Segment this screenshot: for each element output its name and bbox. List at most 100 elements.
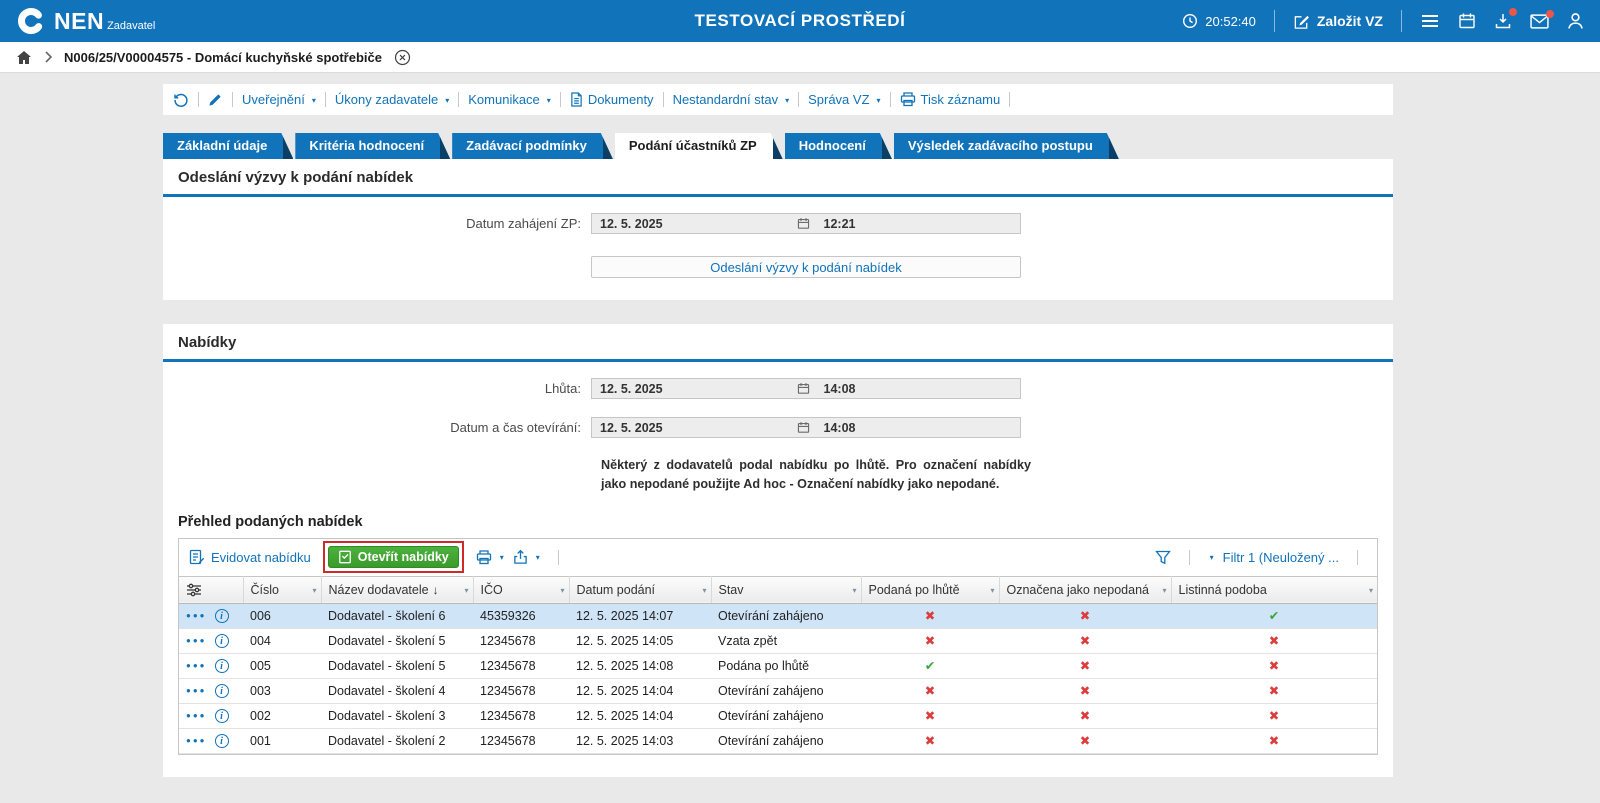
column-header-stav[interactable]: Stav ▾ [711, 575, 862, 604]
column-header-datum-podani[interactable]: Datum podání ▾ [569, 575, 712, 604]
sort-desc-icon: ↓ [432, 582, 439, 597]
date-value[interactable]: 12. 5. 2025 [592, 217, 797, 231]
home-icon[interactable] [16, 50, 32, 65]
filter-caret-icon[interactable]: ▾ [1369, 586, 1373, 595]
clock-value: 20:52:40 [1205, 13, 1256, 29]
row-info-icon[interactable]: i [214, 734, 229, 749]
cross-icon: ✖ [1079, 659, 1091, 674]
active-filter-label[interactable]: Filtr 1 (Neuložený ... [1223, 550, 1339, 565]
filter-caret-icon[interactable]: ▾ [852, 586, 856, 595]
cross-icon: ✖ [924, 684, 936, 699]
column-header-oznacena-jako-nepodana[interactable]: Označena jako nepodaná ▾ [999, 575, 1172, 604]
filter-icon[interactable] [1154, 550, 1171, 565]
cell-listinna-podoba: ✖ [1171, 728, 1377, 754]
caret-down-icon[interactable]: ▾ [1210, 554, 1214, 562]
row-info-icon[interactable]: i [214, 659, 229, 674]
tab-zakladni-udaje[interactable]: Základní údaje [163, 133, 293, 159]
column-header-podana-po-lhute[interactable]: Podaná po lhůtě ▾ [861, 575, 1000, 604]
lhuta-input[interactable]: 12. 5. 2025 14:08 [591, 378, 1021, 399]
tab-vysledek-zadavaciho-postupu[interactable]: Výsledek zadávacího postupu [894, 133, 1119, 159]
divider [559, 92, 561, 107]
edit-record-icon[interactable] [208, 92, 223, 107]
row-info-icon[interactable]: i [214, 609, 229, 624]
table-row[interactable]: ●●● i 004 Dodavatel - školení 5 12345678 12. … [179, 628, 1377, 654]
export-grid-button[interactable]: ▾ [513, 549, 540, 565]
menu-tisk-zaznamu[interactable]: Tisk záznamu [900, 92, 1000, 107]
table-row[interactable]: ●●● i 005 Dodavatel - školení 5 12345678 12. … [179, 653, 1377, 679]
nen-logo-icon [16, 6, 46, 36]
column-header-listinna-podoba[interactable]: Listinná podoba ▾ [1171, 575, 1377, 604]
tab-podani-ucastniku-zp[interactable]: Podání účastníků ZP [615, 133, 783, 159]
breadcrumb-record[interactable]: N006/25/V00004575 - Domácí kuchyňské spo… [64, 50, 382, 65]
messages-icon[interactable] [1530, 9, 1554, 29]
menu-icon[interactable] [1420, 13, 1440, 29]
history-icon[interactable] [173, 92, 189, 108]
cross-icon: ✖ [924, 609, 936, 624]
row-info-icon[interactable]: i [214, 634, 229, 649]
tab-label: Hodnocení [798, 138, 866, 153]
row-menu-icon[interactable]: ●●● [186, 637, 207, 646]
row-info-icon[interactable]: i [214, 709, 229, 724]
otevrit-nabidky-button[interactable]: Otevřít nabídky [327, 546, 459, 569]
filter-caret-icon[interactable]: ▾ [312, 586, 316, 595]
tab-zadavaci-podminky[interactable]: Zadávací podmínky [452, 133, 613, 159]
table-row[interactable]: ●●● i 001 Dodavatel - školení 2 12345678 12. … [179, 728, 1377, 754]
row-menu-icon[interactable]: ●●● [186, 737, 207, 746]
user-profile-icon[interactable] [1567, 12, 1584, 30]
table-row[interactable]: ●●● i 002 Dodavatel - školení 3 12345678 12. … [179, 703, 1377, 729]
odeslani-vyzvy-button[interactable]: Odeslání výzvy k podání nabídek [591, 256, 1021, 278]
row-menu-icon[interactable]: ●●● [186, 712, 207, 721]
date-value[interactable]: 12. 5. 2025 [592, 382, 797, 396]
divider [889, 92, 891, 107]
session-clock: 20:52:40 [1182, 13, 1256, 29]
menu-nestandardni-stav[interactable]: Nestandardní stav ▾ [673, 92, 790, 107]
filter-caret-icon[interactable]: ▾ [990, 586, 994, 595]
cell-datum-podani: 12. 5. 2025 14:04 [569, 678, 711, 704]
column-header-cislo[interactable]: Číslo ▾ [243, 575, 322, 604]
tab-hodnoceni[interactable]: Hodnocení [785, 133, 892, 159]
column-chooser[interactable] [179, 575, 244, 604]
menu-ukony-zadavatele[interactable]: Úkony zadavatele ▾ [335, 92, 449, 107]
time-value[interactable]: 14:08 [816, 382, 1021, 396]
cell-stav: Otevírání zahájeno [711, 678, 861, 704]
otevirani-input[interactable]: 12. 5. 2025 14:08 [591, 417, 1021, 438]
row-menu-icon[interactable]: ●●● [186, 687, 207, 696]
downloads-icon[interactable] [1494, 8, 1517, 30]
column-header-nazev-dodavatele[interactable]: Název dodavatele ↓ ▾ [321, 575, 474, 604]
filter-caret-icon[interactable]: ▾ [464, 586, 468, 595]
table-row[interactable]: ●●● i 003 Dodavatel - školení 4 12345678 12. … [179, 678, 1377, 704]
time-value[interactable]: 14:08 [816, 421, 1021, 435]
brand[interactable]: NEN Zadavatel [16, 6, 155, 36]
print-grid-button[interactable]: ▾ [476, 550, 504, 565]
row-info-icon[interactable]: i [214, 684, 229, 699]
table-header-row: Číslo ▾ Název dodavatele ↓ ▾ IČO ▾ Datum pod… [179, 575, 1377, 604]
menu-komunikace[interactable]: Komunikace ▾ [468, 92, 551, 107]
calendar-picker-icon[interactable] [797, 382, 810, 395]
date-value[interactable]: 12. 5. 2025 [592, 421, 797, 435]
chevron-right-icon [44, 51, 52, 63]
tab-kriteria-hodnoceni[interactable]: Kritéria hodnocení [295, 133, 450, 159]
calendar-icon[interactable] [1458, 12, 1476, 30]
menu-uverejneni[interactable]: Uveřejnění ▾ [242, 92, 316, 107]
cell-oznacena-jako-nepodana: ✖ [999, 728, 1171, 754]
calendar-picker-icon[interactable] [797, 421, 810, 434]
filter-caret-icon[interactable]: ▾ [1162, 586, 1166, 595]
divider [232, 92, 233, 107]
cell-oznacena-jako-nepodana: ✖ [999, 628, 1171, 654]
cell-oznacena-jako-nepodana: ✖ [999, 653, 1171, 679]
create-vz-button[interactable]: Založit VZ [1293, 13, 1383, 30]
filter-caret-icon[interactable]: ▾ [560, 586, 564, 595]
calendar-picker-icon[interactable] [797, 217, 810, 230]
menu-dokumenty[interactable]: Dokumenty [570, 92, 654, 107]
table-row[interactable]: ●●● i 006 Dodavatel - školení 6 45359326 12. … [179, 603, 1377, 629]
time-value[interactable]: 12:21 [816, 217, 1021, 231]
row-menu-icon[interactable]: ●●● [186, 662, 207, 671]
datum-zahajeni-input[interactable]: 12. 5. 2025 12:21 [591, 213, 1021, 234]
filter-caret-icon[interactable]: ▾ [702, 586, 706, 595]
column-header-ico[interactable]: IČO ▾ [473, 575, 570, 604]
row-menu-icon[interactable]: ●●● [186, 612, 207, 621]
evidovat-nabidku-button[interactable]: Evidovat nabídku [189, 549, 311, 565]
close-record-icon[interactable] [394, 49, 411, 66]
menu-sprava-vz[interactable]: Správa VZ ▾ [808, 92, 880, 107]
brand-name: NEN [54, 7, 105, 34]
